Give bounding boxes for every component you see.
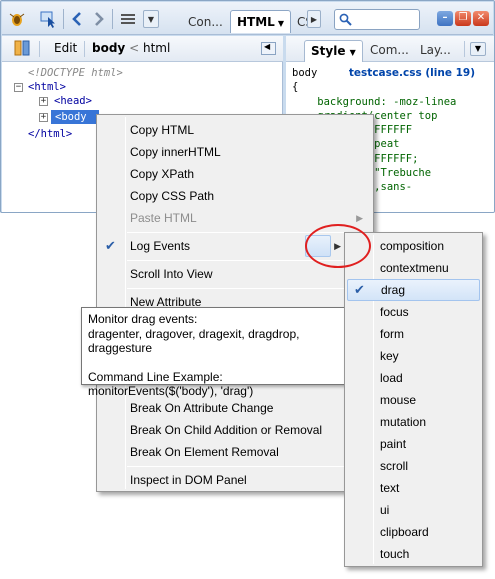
submenu-item-drag[interactable]: ✔ drag <box>347 279 480 301</box>
inspect-cursor-icon[interactable] <box>39 10 57 28</box>
chevron-down-icon: ▼ <box>474 44 482 53</box>
submenu-item-label: drag <box>381 283 406 297</box>
submenu-item-key[interactable]: key <box>347 345 480 367</box>
style-options-button[interactable]: ▼ <box>470 42 486 56</box>
tab-console[interactable]: Con... <box>181 10 230 33</box>
html-node[interactable]: <html> <box>28 81 66 93</box>
tooltip: Monitor drag events: dragenter, dragover… <box>81 307 368 398</box>
submenu-item-load[interactable]: load <box>347 367 480 389</box>
forward-arrow-icon[interactable] <box>90 10 108 28</box>
panel-toggle-button[interactable]: ◀ <box>261 42 276 55</box>
tab-html[interactable]: HTML ▼ <box>230 10 291 33</box>
html-close-node: </html> <box>28 128 73 140</box>
firebug-toolbar: ▼ Con... HTML ▼ CS ▶ – ❐ ✕ <box>2 2 493 35</box>
chevron-left-icon: ◀ <box>264 42 271 51</box>
log-events-submenu: composition contextmenu ✔ drag focus for… <box>344 232 483 567</box>
close-icon: ✕ <box>476 12 486 23</box>
submenu-item-mouse[interactable]: mouse <box>347 389 480 411</box>
submenu-item-touch[interactable]: touch <box>347 543 480 565</box>
context-menu: Copy HTML Copy innerHTML Copy XPath Copy… <box>96 114 374 492</box>
minimize-icon: – <box>442 12 448 23</box>
panel-dropdown-button[interactable]: ▼ <box>143 10 159 28</box>
submenu-item-mutation[interactable]: mutation <box>347 411 480 433</box>
checkmark-icon: ✔ <box>105 238 116 253</box>
breadcrumb: body < html <box>92 41 170 55</box>
menu-item-break-element-removal[interactable]: Break On Element Removal <box>97 441 373 463</box>
back-arrow-icon[interactable] <box>68 10 86 28</box>
collapse-icon[interactable]: − <box>14 83 23 92</box>
tooltip-line: dragenter, dragover, dragexit, dragdrop,… <box>88 326 300 356</box>
submenu-item-form[interactable]: form <box>347 323 480 345</box>
tooltip-line: monitorEvents($('body'), 'drag') <box>88 384 254 398</box>
tooltip-line: Command Line Example: <box>88 369 223 384</box>
annotation-circle <box>305 224 371 268</box>
body-node-selected[interactable]: <body <box>51 110 99 124</box>
chevron-down-icon: ▼ <box>349 48 356 57</box>
css-line: { <box>292 81 299 94</box>
submenu-item-contextmenu[interactable]: contextmenu <box>347 257 480 279</box>
head-node[interactable]: <head> <box>54 95 92 107</box>
css-line: background: -moz-linea <box>292 95 457 108</box>
submenu-item-focus[interactable]: focus <box>347 301 480 323</box>
breadcrumb-html[interactable]: html <box>143 41 170 55</box>
submenu-arrow-icon: ▶ <box>356 213 363 223</box>
detach-icon: ❐ <box>458 12 468 23</box>
menu-item-label: Log Events <box>130 239 191 253</box>
menu-item-break-child-change[interactable]: Break On Child Addition or Removal <box>97 419 373 441</box>
menu-item-inspect-dom[interactable]: Inspect in DOM Panel <box>97 469 373 491</box>
menu-item-label: Paste HTML <box>130 211 197 225</box>
firebug-bug-icon[interactable] <box>8 10 26 28</box>
submenu-item-clipboard[interactable]: clipboard <box>347 521 480 543</box>
detach-button[interactable]: ❐ <box>455 11 471 26</box>
tabs-overflow-button[interactable]: ▶ <box>307 10 321 28</box>
menu-item-copy-css-path[interactable]: Copy CSS Path <box>97 185 373 207</box>
close-button[interactable]: ✕ <box>473 11 489 26</box>
menu-item-break-attribute-change[interactable]: Break On Attribute Change <box>97 397 373 419</box>
submenu-item-ui[interactable]: ui <box>347 499 480 521</box>
chevron-down-icon: ▼ <box>147 14 155 24</box>
search-input[interactable] <box>334 9 420 30</box>
breadcrumb-body[interactable]: body <box>92 41 125 55</box>
tab-computed[interactable]: Com... <box>364 40 415 62</box>
css-selector: body <box>292 67 318 79</box>
menu-item-copy-innerhtml[interactable]: Copy innerHTML <box>97 141 373 163</box>
checkmark-icon: ✔ <box>354 282 365 297</box>
doctype-node: <!DOCTYPE html> <box>28 67 123 79</box>
chevron-right-icon: ▶ <box>310 14 318 24</box>
html-subbar: Edit body < html ◀ <box>2 36 283 62</box>
submenu-item-text[interactable]: text <box>347 477 480 499</box>
edit-button[interactable]: Edit <box>54 41 77 55</box>
submenu-item-paint[interactable]: paint <box>347 433 480 455</box>
search-icon <box>339 13 352 26</box>
expand-icon[interactable]: + <box>39 113 48 122</box>
expand-icon[interactable]: + <box>39 97 48 106</box>
tab-style[interactable]: Style ▼ <box>304 40 363 62</box>
css-source-link[interactable]: testcase.css (line 19) <box>349 67 475 79</box>
chevron-down-icon: ▼ <box>277 19 284 28</box>
tooltip-line: Monitor drag events: <box>88 312 198 326</box>
minimize-button[interactable]: – <box>437 11 453 26</box>
style-subbar: Style ▼ Com... Lay... ▼ <box>286 36 494 62</box>
inspect-box-icon[interactable] <box>14 40 30 59</box>
menu-item-copy-xpath[interactable]: Copy XPath <box>97 163 373 185</box>
menu-item-copy-html[interactable]: Copy HTML <box>97 119 373 141</box>
tab-layout[interactable]: Lay... <box>414 40 457 62</box>
submenu-item-scroll[interactable]: scroll <box>347 455 480 477</box>
breadcrumb-separator: < <box>129 41 140 55</box>
menu-lines-icon[interactable] <box>119 10 137 28</box>
